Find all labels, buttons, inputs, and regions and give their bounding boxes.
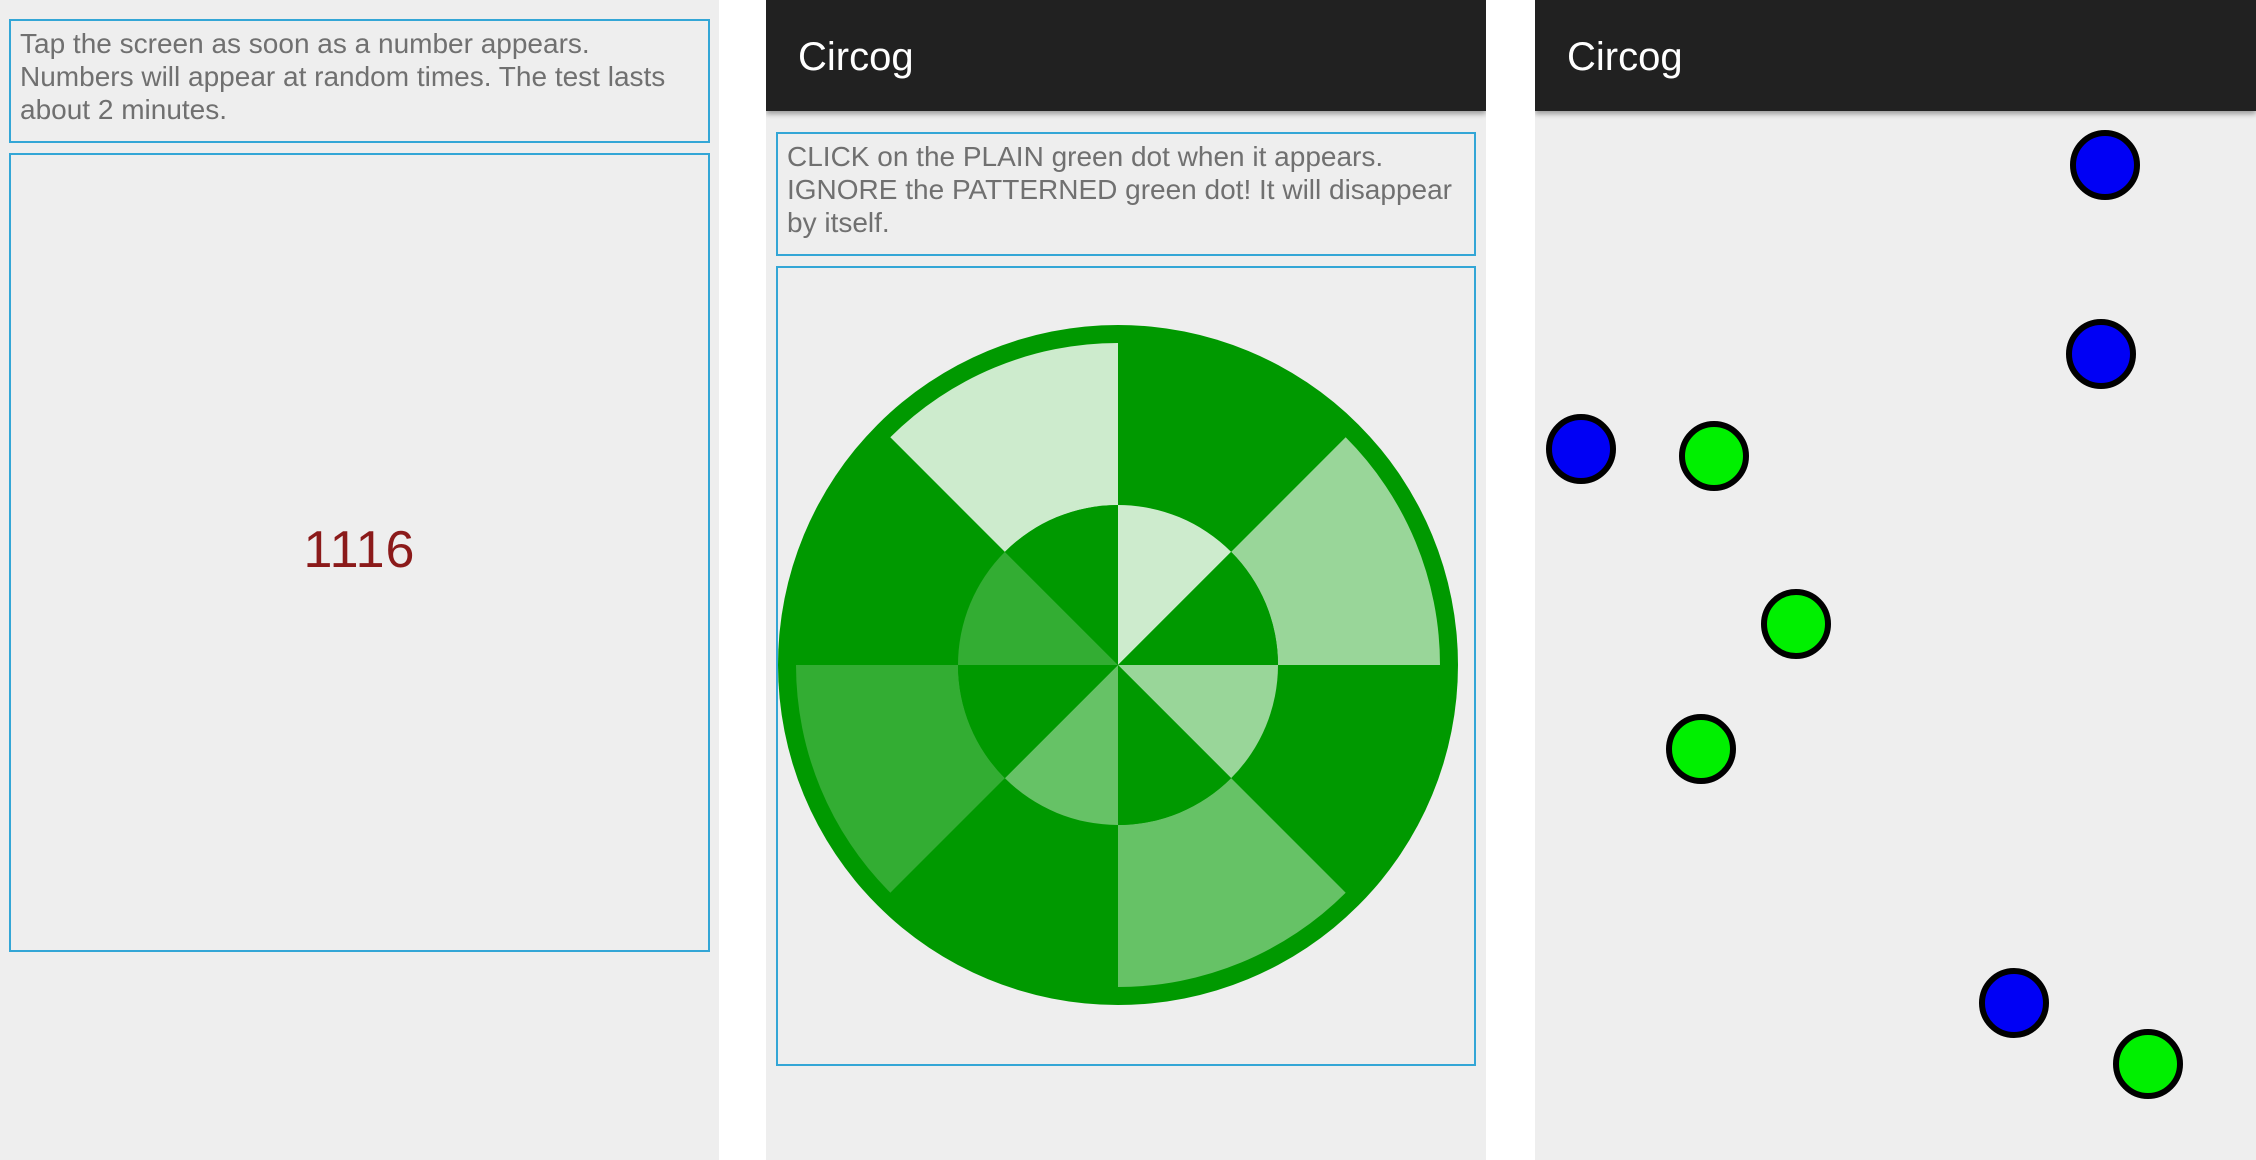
screen-patterned-dot-test: Circog CLICK on the PLAIN green dot when… — [766, 0, 1486, 1160]
blue-dot[interactable] — [2066, 319, 2136, 389]
blue-dot[interactable] — [1546, 414, 1616, 484]
stimulus-area[interactable] — [776, 266, 1476, 1066]
app-title: Circog — [798, 35, 914, 79]
tap-area[interactable]: 1116 — [9, 153, 710, 952]
dots-field[interactable] — [1535, 0, 2256, 1160]
blue-dot[interactable] — [1979, 968, 2049, 1038]
screen-reaction-test: Tap the screen as soon as a number appea… — [0, 0, 719, 1160]
patterned-green-dot[interactable] — [778, 268, 1474, 1064]
number-display: 1116 — [303, 521, 416, 579]
green-dot[interactable] — [1761, 589, 1831, 659]
green-dot[interactable] — [2113, 1029, 2183, 1099]
green-dot[interactable] — [1666, 714, 1736, 784]
green-dot[interactable] — [1679, 421, 1749, 491]
screen-dots-test: Circog — [1535, 0, 2256, 1160]
instructions-text: Tap the screen as soon as a number appea… — [9, 19, 710, 143]
instructions-text: CLICK on the PLAIN green dot when it app… — [776, 132, 1476, 256]
blue-dot[interactable] — [2070, 130, 2140, 200]
action-bar: Circog — [766, 0, 1486, 111]
